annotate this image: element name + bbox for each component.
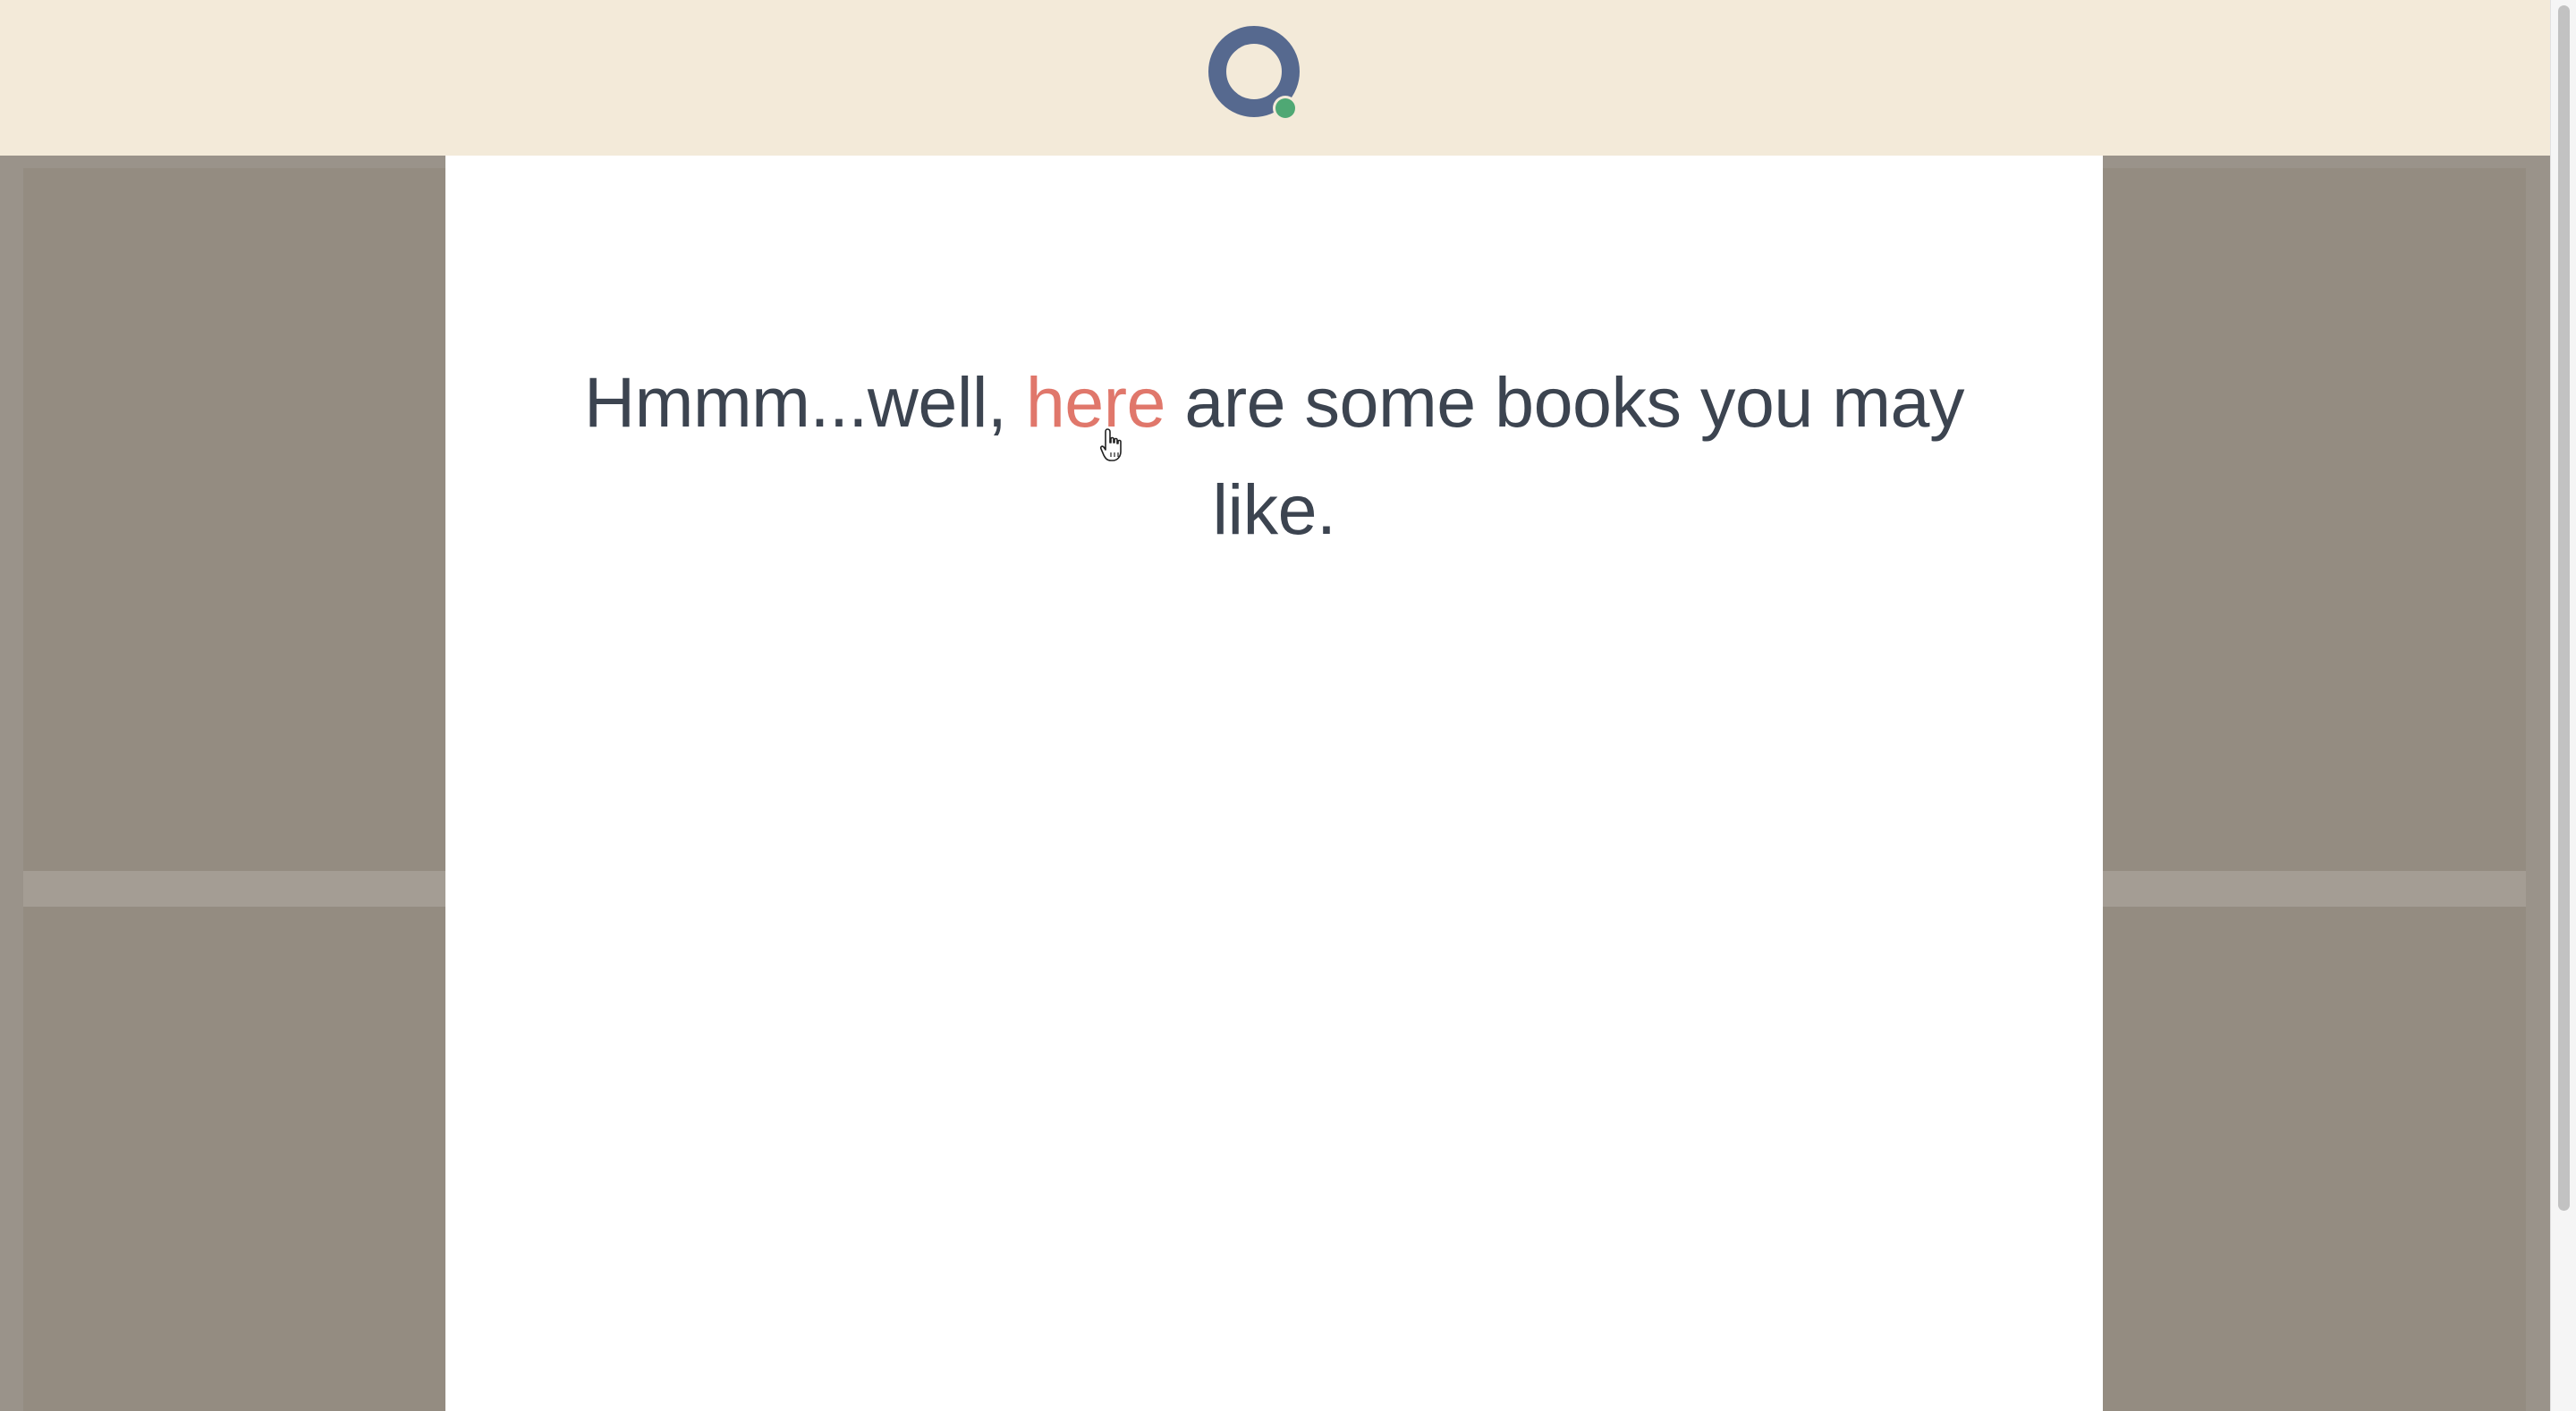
right-shelf-divider (2103, 871, 2526, 907)
left-shelf-lower (23, 907, 445, 1411)
circle-logo-icon[interactable] (1208, 25, 1306, 123)
message-outro-text: are some books you may like. (1165, 362, 1964, 549)
message-intro-text: Hmmm...well, (584, 362, 1026, 442)
right-shelf-upper (2103, 168, 2526, 871)
site-header (0, 0, 2550, 156)
left-shelf-divider (23, 871, 445, 907)
recommendation-modal: Hmmm...well, here are some books you may… (445, 156, 2103, 1411)
right-shelf-lower (2103, 907, 2526, 1411)
page-scrollbar[interactable] (2550, 0, 2576, 1411)
scrollbar-thumb[interactable] (2558, 5, 2570, 1211)
here-link[interactable]: here (1026, 362, 1166, 442)
recommendation-message: Hmmm...well, here are some books you may… (571, 349, 1978, 563)
left-shelf-upper (23, 168, 445, 871)
